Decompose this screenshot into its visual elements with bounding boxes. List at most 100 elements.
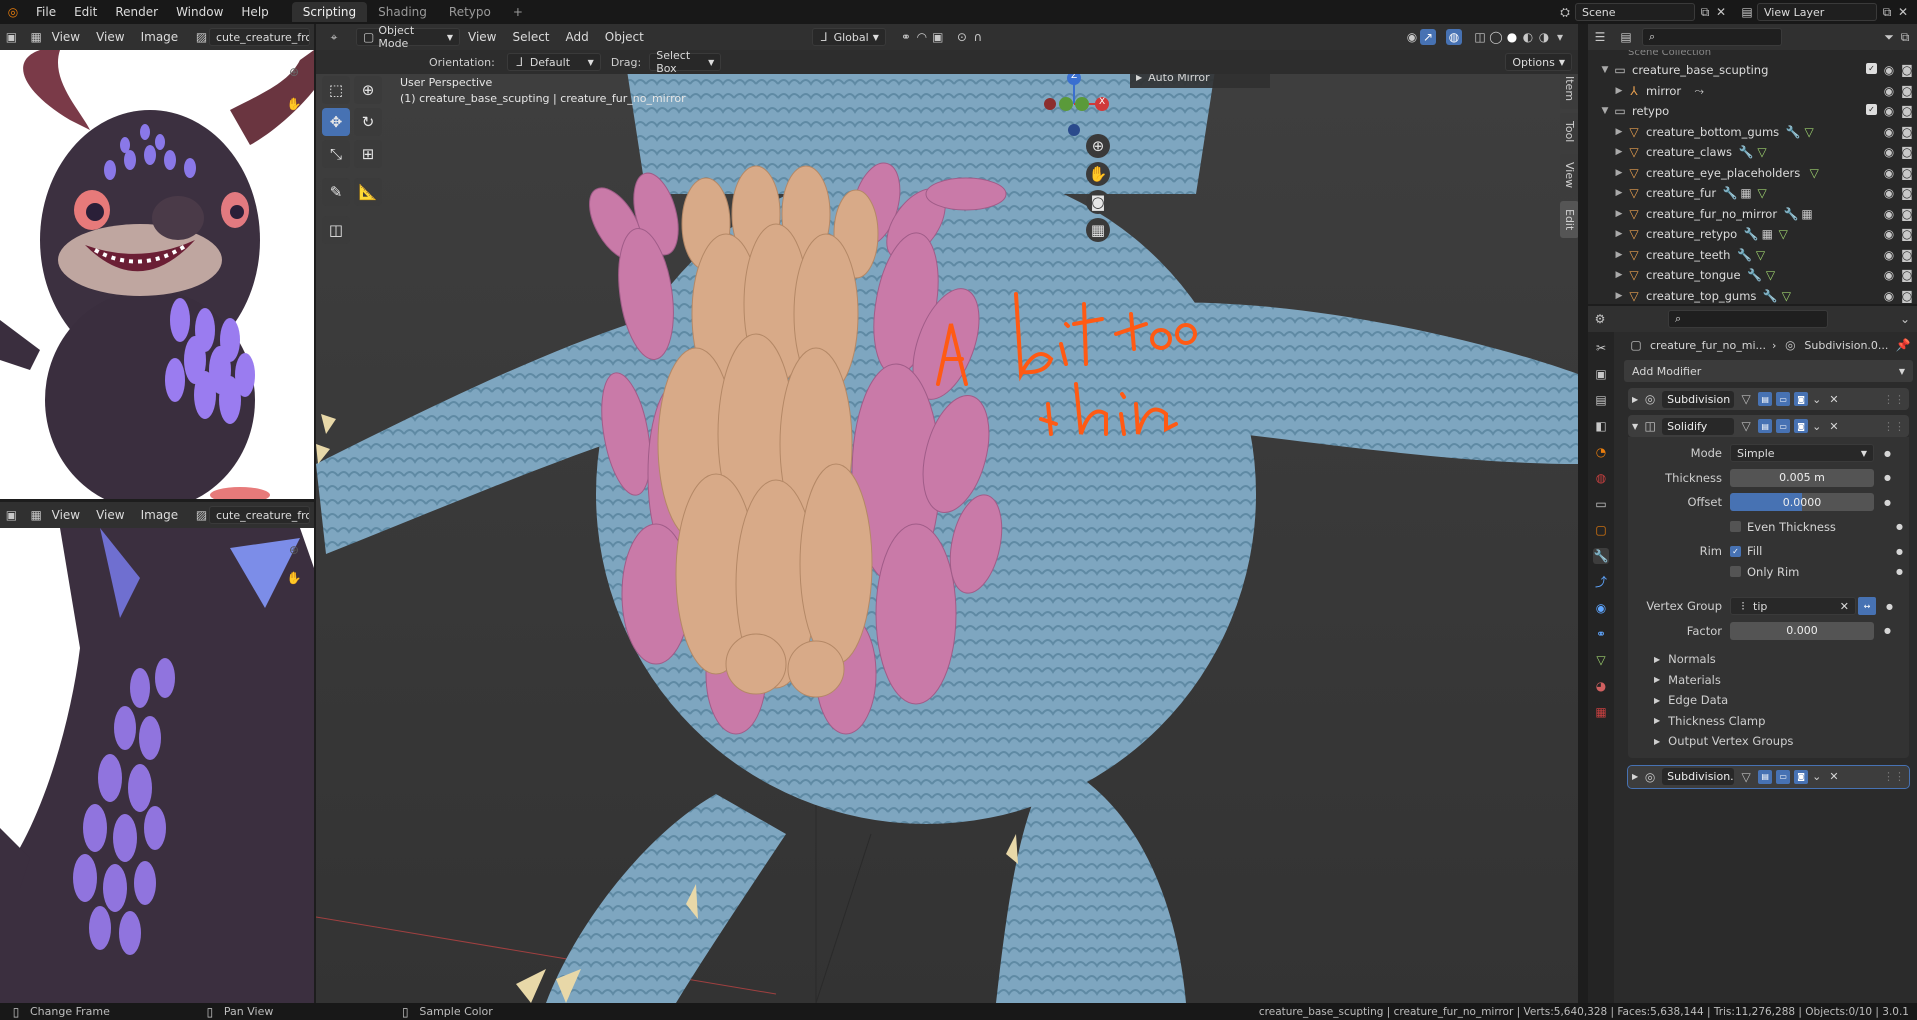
annotate-tool-icon[interactable]: ✎ (322, 178, 350, 206)
subpanel-normals[interactable]: ▶ Normals (1628, 649, 1909, 670)
camera-icon[interactable]: ◙ (1899, 288, 1915, 304)
camera-icon[interactable]: ◙ (1899, 165, 1915, 181)
render-toggle-icon[interactable]: ◙ (1794, 419, 1809, 433)
chevron-right-icon[interactable]: ▶ (1632, 772, 1638, 781)
outliner-row[interactable]: ▶ ▽ creature_top_gums 🔧 ▽ ◉ ◙ (1588, 286, 1917, 307)
image-name-field[interactable]: cute_creature_front_back (209, 28, 311, 46)
eye-icon[interactable]: ◉ (1881, 288, 1897, 304)
camera-icon[interactable]: ◙ (1899, 144, 1915, 160)
tool-tab-icon[interactable]: ✂ (1593, 340, 1609, 356)
collection-tab-icon[interactable]: ▭ (1593, 496, 1609, 512)
outliner-search[interactable]: ⌕ (1642, 28, 1782, 46)
menu-edit[interactable]: Edit (65, 5, 106, 19)
physics-tab-icon[interactable]: ◉ (1593, 600, 1609, 616)
keyframe-dot-icon[interactable]: ● (1884, 473, 1891, 482)
eye-icon[interactable]: ◉ (1881, 165, 1897, 181)
modifier-name-field[interactable]: Subdivision (1662, 390, 1735, 408)
image-mode-icon[interactable]: ▦ (29, 507, 44, 523)
render-toggle-icon[interactable]: ◙ (1794, 392, 1809, 406)
snap-icon[interactable]: ◠ (914, 29, 930, 45)
edit-cage-icon[interactable]: ▽ (1738, 769, 1754, 785)
collapse-triangle-icon[interactable]: ▼ (1598, 106, 1612, 116)
view-dropdown[interactable]: View (44, 30, 88, 44)
close-icon[interactable]: ✕ (1829, 420, 1838, 433)
editor-type-icon[interactable]: ⌖ (326, 29, 342, 45)
menu-select[interactable]: Select (504, 30, 557, 44)
expand-triangle-icon[interactable]: ▶ (1612, 168, 1626, 178)
thickness-field[interactable]: 0.005 m (1730, 468, 1874, 487)
eye-icon[interactable]: ◉ (1881, 124, 1897, 140)
mode-dropdown[interactable]: ▢ Object Mode ▼ (356, 24, 460, 50)
editor-type-icon[interactable]: ▣ (4, 507, 19, 523)
tab-tool[interactable]: Tool (1560, 113, 1578, 151)
expand-triangle-icon[interactable]: ▶ (1612, 188, 1626, 198)
tab-view[interactable]: View (1560, 154, 1578, 197)
texture-tab-icon[interactable]: ▦ (1593, 704, 1609, 720)
menu-object[interactable]: Object (597, 30, 652, 44)
properties-search[interactable]: ⌕ (1668, 310, 1828, 328)
outliner-row[interactable]: ▶ ▽ creature_fur_no_mirror 🔧 ▦ ◉ ◙ (1588, 204, 1917, 225)
camera-icon[interactable]: ◙ (1899, 267, 1915, 283)
camera-icon[interactable]: ◙ (1899, 83, 1915, 99)
viewport-toggle-icon[interactable]: ▭ (1776, 769, 1791, 784)
proportional-edit-icon[interactable]: ⊙ (954, 29, 970, 45)
image-mode-icon[interactable]: ▦ (29, 29, 44, 45)
modifier-tab-icon[interactable]: 🔧 (1593, 548, 1609, 564)
expand-triangle-icon[interactable]: ▶ (1612, 127, 1626, 137)
camera-icon[interactable]: ◙ (1086, 190, 1110, 214)
vertex-group-field[interactable]: ⁝ tip ✕ (1730, 597, 1856, 616)
eye-icon[interactable]: ◉ (1881, 144, 1897, 160)
expand-triangle-icon[interactable]: ▶ (1612, 86, 1626, 96)
camera-icon[interactable]: ◙ (1899, 103, 1915, 119)
camera-icon[interactable]: ◙ (1899, 247, 1915, 263)
eye-icon[interactable]: ◉ (1881, 226, 1897, 242)
subpanel-edge-data[interactable]: ▶ Edge Data (1628, 690, 1909, 711)
menu-help[interactable]: Help (232, 5, 277, 19)
overlay-toggle-icon[interactable]: ◍ (1446, 29, 1462, 45)
grid-icon[interactable]: ▦ (1086, 218, 1110, 242)
close-icon[interactable]: ✕ (1829, 770, 1838, 783)
orientation-dropdown[interactable]: ⅃ Default ▼ (506, 53, 601, 71)
eye-icon[interactable]: ◉ (1881, 247, 1897, 263)
add-workspace-button[interactable]: + (502, 2, 534, 22)
camera-icon[interactable]: ◙ (1899, 124, 1915, 140)
offset-slider[interactable]: 0.0000 (1730, 493, 1874, 512)
image-name-field[interactable]: cute_creature_front_back (209, 506, 311, 524)
display-mode-icon[interactable]: ▤ (1618, 29, 1634, 45)
xray-icon[interactable]: ◫ (1472, 29, 1488, 45)
editor-type-icon[interactable]: ▣ (4, 29, 19, 45)
modifier-name-field[interactable]: Solidify (1662, 417, 1735, 435)
cursor-tool-icon[interactable]: ⊕ (354, 76, 382, 104)
falloff-icon[interactable]: ∩ (970, 29, 986, 45)
outliner-row[interactable]: ▼ ▭ creature_base_scupting ✓ ◉ ◙ (1588, 60, 1917, 81)
add-cube-tool-icon[interactable]: ◫ (322, 216, 350, 244)
transform-orientation-dropdown[interactable]: ⅃ Global ▼ (811, 28, 886, 46)
rendered-shading-icon[interactable]: ◑ (1536, 29, 1552, 45)
modifier-panel-subdivision[interactable]: ▶ ◎ Subdivision ▽ ▤ ▭ ◙ ⌄ ✕ ⋮⋮ (1628, 388, 1909, 410)
editor-type-icon[interactable]: ⚙ (1592, 311, 1608, 327)
close-icon[interactable]: ✕ (1829, 393, 1838, 406)
keyframe-dot-icon[interactable]: ● (1896, 547, 1903, 556)
modifier-name-field[interactable]: Subdivision.0... (1662, 768, 1735, 785)
camera-icon[interactable]: ◙ (1899, 206, 1915, 222)
auto-mirror-panel[interactable]: ▶ Auto Mirror (1130, 74, 1270, 88)
modifier-panel-solidify[interactable]: ▼ ◫ Solidify ▽ ▤ ▭ ◙ ⌄ ✕ ⋮⋮ (1628, 415, 1909, 437)
menu-view[interactable]: View (460, 30, 504, 44)
outliner-row[interactable]: ▶ ▽ creature_fur 🔧 ▦ ▽ ◉ ◙ (1588, 183, 1917, 204)
view-layer-tab-icon[interactable]: ◧ (1593, 418, 1609, 434)
eye-icon[interactable]: ◉ (1881, 206, 1897, 222)
clear-icon[interactable]: ✕ (1840, 600, 1849, 613)
pan-hand-icon[interactable]: ✋ (1086, 162, 1110, 186)
menu-file[interactable]: File (27, 5, 65, 19)
menu-render[interactable]: Render (106, 5, 167, 19)
eye-icon[interactable]: ◉ (1881, 185, 1897, 201)
filter-icon[interactable]: ⏷ (1881, 29, 1897, 45)
edit-cage-icon[interactable]: ▽ (1738, 391, 1754, 407)
shading-options-icon[interactable]: ▾ (1552, 29, 1568, 45)
tab-shading[interactable]: Shading (367, 2, 438, 22)
keyframe-dot-icon[interactable]: ● (1884, 498, 1891, 507)
menu-window[interactable]: Window (167, 5, 232, 19)
menu-image[interactable]: Image (133, 30, 187, 44)
viewport-canvas[interactable]: ⬚ ✥ ⤡ ✎ ◫ ⊕ ↻ ⊞ 📐 User Perspective (1) c… (316, 74, 1578, 1003)
outliner-row[interactable]: ▶ ⅄ mirror ⤳ ◉ ◙ (1588, 81, 1917, 102)
